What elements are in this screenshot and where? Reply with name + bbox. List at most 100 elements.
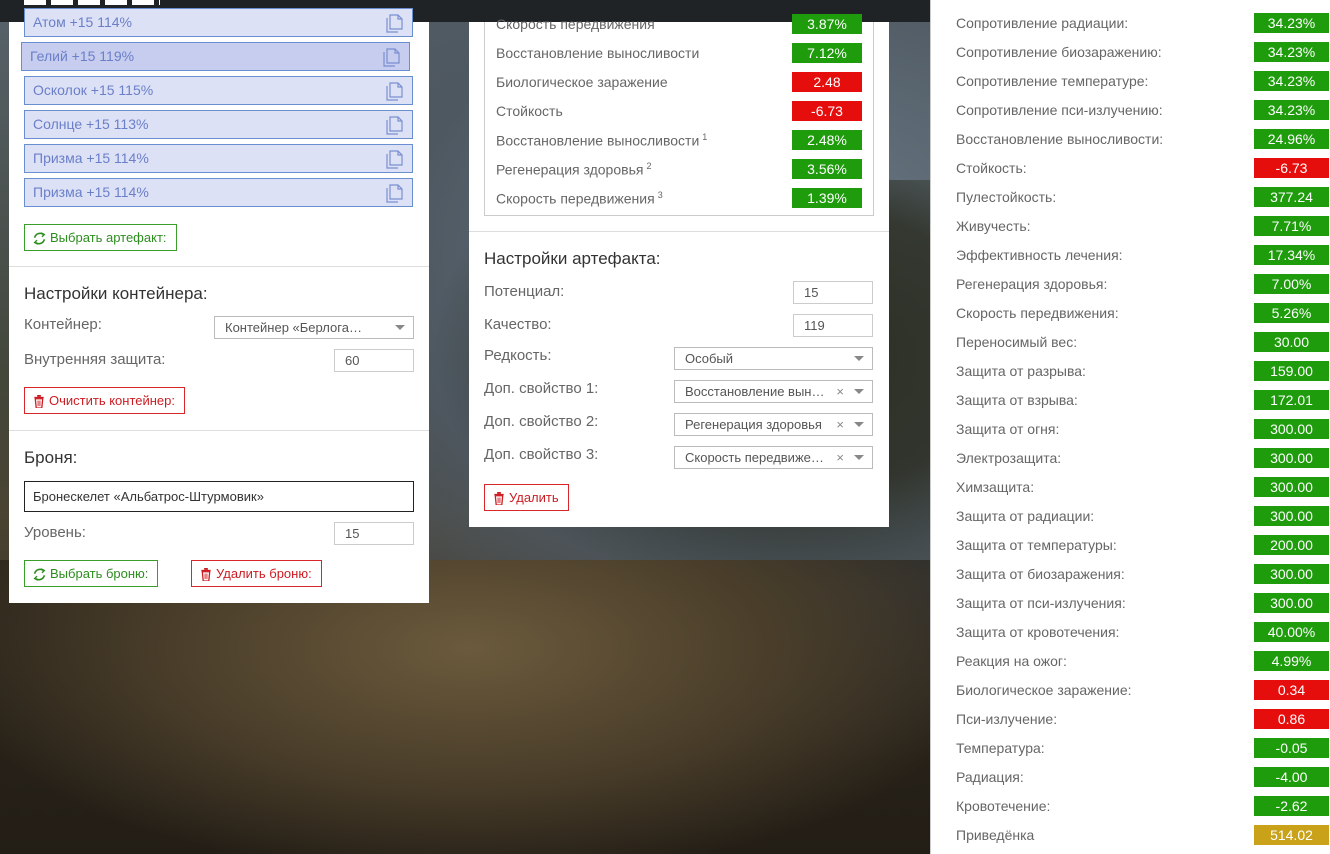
select-armor-button[interactable]: Выбрать броню: — [24, 560, 159, 587]
extra-property-3-label: Доп. свойство 3: — [484, 446, 599, 463]
site-logo[interactable] — [24, 0, 160, 5]
stat-label: Регенерация здоровья 2 — [496, 161, 651, 178]
stat-label-text: Скорость передвижения — [496, 190, 655, 207]
artifact-item[interactable]: Атом +15 114% — [24, 8, 413, 37]
stat-row: Скорость передвижения 3 1.39% — [485, 188, 873, 210]
background-field — [0, 560, 940, 854]
artifact-item[interactable]: Солнце +15 113% — [24, 110, 413, 139]
artifact-stats-box: Скорость передвижения 3.87% Восстановление… — [484, 14, 874, 216]
copy-icon[interactable] — [385, 184, 403, 203]
clear-icon[interactable]: × — [836, 414, 844, 435]
total-stat-label: Приведёнка — [956, 827, 1035, 843]
clear-icon[interactable]: × — [836, 381, 844, 402]
total-stat-row: Защита от пси-излучения: 300.00 — [931, 593, 1330, 615]
potential-label: Потенциал: — [484, 283, 565, 300]
container-settings-title: Настройки контейнера: — [24, 284, 208, 303]
inner-protection-input[interactable] — [334, 349, 414, 372]
total-stat-row: Защита от взрыва: 172.01 — [931, 390, 1330, 412]
total-stat-label: Сопротивление температуре: — [956, 73, 1149, 89]
container-select[interactable]: Контейнер «Берлога… — [214, 316, 414, 339]
select-artifact-label: Выбрать артефакт: — [50, 230, 167, 245]
trash-icon — [34, 395, 44, 409]
stat-label-text: Восстановление выносливости — [496, 132, 700, 149]
stat-label: Стойкость — [496, 103, 563, 119]
clear-icon[interactable]: × — [836, 447, 844, 468]
total-stat-label: Защита от огня: — [956, 421, 1060, 437]
total-stat-row: Температура: -0.05 — [931, 738, 1330, 760]
potential-input[interactable] — [793, 281, 873, 304]
total-stat-value-badge: 0.86 — [1254, 709, 1329, 729]
rarity-label: Редкость: — [484, 347, 552, 364]
stat-label-text: Скорость передвижения — [496, 16, 655, 32]
build-panel: Атом +15 114% Гелий +15 119% Осколок +15 1… — [9, 8, 429, 603]
copy-icon[interactable] — [385, 150, 403, 169]
clear-container-button[interactable]: Очистить контейнер: — [24, 387, 185, 414]
total-stat-row: Восстановление выносливости: 24.96% — [931, 129, 1330, 151]
stat-row: Восстановление выносливости 1 2.48% — [485, 130, 873, 152]
armor-level-input[interactable] — [334, 522, 414, 545]
extra-property-2-select[interactable]: Регенерация здоровья × — [674, 413, 873, 436]
artifact-item-label: Призма +15 114% — [33, 150, 149, 166]
total-stat-label: Электрозащита: — [956, 450, 1062, 466]
total-stat-value-badge: 34.23% — [1254, 42, 1329, 62]
trash-icon — [494, 492, 504, 506]
copy-icon[interactable] — [385, 116, 403, 135]
total-stat-label: Защита от радиации: — [956, 508, 1095, 524]
extra-property-1-value: Восстановление выносливости — [685, 384, 828, 399]
artifact-item-label: Гелий +15 119% — [30, 48, 135, 64]
total-stat-label: Регенерация здоровья: — [956, 276, 1108, 292]
total-stat-value-badge: 300.00 — [1254, 564, 1329, 584]
total-stat-row: Кровотечение: -2.62 — [931, 796, 1330, 818]
chevron-down-icon — [395, 325, 405, 330]
total-stat-value-badge: 17.34% — [1254, 245, 1329, 265]
rarity-select[interactable]: Особый — [674, 347, 873, 370]
stat-label-text: Восстановление выносливости — [496, 45, 700, 61]
copy-icon[interactable] — [382, 48, 400, 67]
copy-icon[interactable] — [385, 82, 403, 101]
total-stat-value-badge: 34.23% — [1254, 71, 1329, 91]
total-stat-row: Защита от кровотечения: 40.00% — [931, 622, 1330, 644]
stat-label-text: Биологическое заражение — [496, 74, 668, 90]
total-stat-value-badge: 30.00 — [1254, 332, 1329, 352]
select-artifact-button[interactable]: Выбрать артефакт: — [24, 224, 177, 251]
stat-value-badge: 1.39% — [792, 188, 862, 208]
chevron-down-icon — [854, 422, 864, 427]
total-stat-row: Защита от температуры: 200.00 — [931, 535, 1330, 557]
stat-value-badge: 7.12% — [792, 43, 862, 63]
total-stat-value-badge: 159.00 — [1254, 361, 1329, 381]
artifact-item-label: Солнце +15 113% — [33, 116, 149, 132]
stat-row: Скорость передвижения 3.87% — [485, 14, 873, 36]
artifact-item[interactable]: Осколок +15 115% — [24, 76, 413, 105]
total-stat-value-badge: 172.01 — [1254, 390, 1329, 410]
total-stat-label: Скорость передвижения: — [956, 305, 1119, 321]
extra-property-1-select[interactable]: Восстановление выносливости × — [674, 380, 873, 403]
delete-armor-button[interactable]: Удалить броню: — [191, 560, 322, 587]
delete-armor-label: Удалить броню: — [216, 566, 312, 581]
extra-property-3-select[interactable]: Скорость передвижения × — [674, 446, 873, 469]
total-stat-row: Живучесть: 7.71% — [931, 216, 1330, 238]
copy-icon[interactable] — [385, 14, 403, 33]
total-stat-value-badge: 300.00 — [1254, 593, 1329, 613]
container-label: Контейнер: — [24, 316, 102, 333]
artifact-item[interactable]: Призма +15 114% — [24, 178, 413, 207]
quality-input[interactable] — [793, 314, 873, 337]
total-stat-label: Переносимый вес: — [956, 334, 1078, 350]
delete-artifact-button[interactable]: Удалить — [484, 484, 569, 511]
stat-label: Скорость передвижения 3 — [496, 190, 663, 207]
total-stat-value-badge: -6.73 — [1254, 158, 1329, 178]
stat-row: Восстановление выносливости 7.12% — [485, 43, 873, 65]
artifact-item[interactable]: Призма +15 114% — [24, 144, 413, 173]
divider — [9, 430, 429, 431]
quality-label: Качество: — [484, 316, 552, 333]
total-stat-row: Эффективность лечения: 17.34% — [931, 245, 1330, 267]
total-stat-value-badge: 34.23% — [1254, 13, 1329, 33]
total-stat-row: Сопротивление радиации: 34.23% — [931, 13, 1330, 35]
armor-name-field[interactable]: Бронескелет «Альбатрос-Штурмовик» — [24, 481, 414, 512]
total-stat-row: Защита от разрыва: 159.00 — [931, 361, 1330, 383]
total-stat-row: Пси-излучение: 0.86 — [931, 709, 1330, 731]
total-stat-row: Электрозащита: 300.00 — [931, 448, 1330, 470]
armor-title: Броня: — [24, 448, 78, 467]
total-stat-label: Стойкость: — [956, 160, 1027, 176]
artifact-item[interactable]: Гелий +15 119% — [21, 42, 410, 71]
total-stat-value-badge: 300.00 — [1254, 477, 1329, 497]
